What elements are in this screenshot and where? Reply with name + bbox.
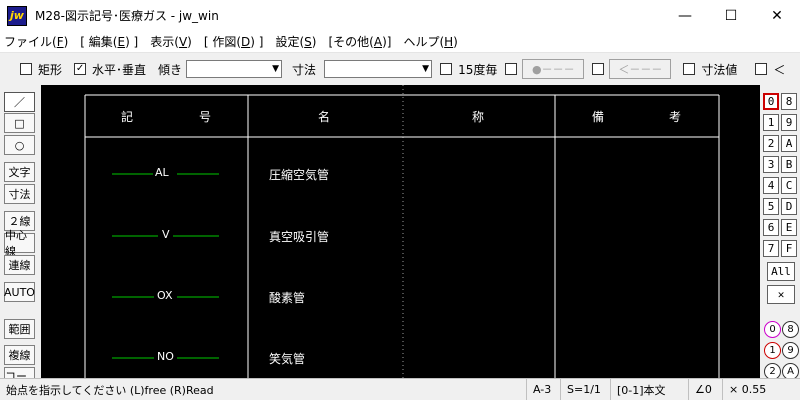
group-button-9[interactable]: 9: [782, 342, 799, 359]
left-tool-palette: ／ □ ○ 文字 寸法 ２線 中心線 連線 AUTO 範囲 複線 コーナ: [0, 89, 38, 379]
dimval-checkbox[interactable]: [683, 63, 696, 75]
row-name-al: 圧縮空気管: [269, 168, 330, 182]
menu-view[interactable]: 表示(V): [150, 33, 192, 50]
linestyle1-button[interactable]: ●－－－: [522, 59, 585, 79]
header-note-2: 考: [669, 110, 682, 124]
minimize-button[interactable]: —: [662, 0, 708, 31]
layer-button-0[interactable]: 0: [763, 93, 779, 110]
layer-button-f[interactable]: F: [781, 240, 797, 257]
angle-button[interactable]: ∠0: [688, 378, 722, 400]
text-tool-button[interactable]: 文字: [4, 162, 35, 182]
zoom-factor-button[interactable]: × 0.55: [722, 378, 800, 400]
title-bar: jw M28-図示記号･医療ガス - jw_win — ☐ ✕: [0, 0, 800, 31]
chevron-down-icon: ▼: [422, 64, 430, 74]
menu-draw[interactable]: [ 作図(D) ]: [204, 33, 264, 50]
layer-button-8[interactable]: 8: [781, 93, 797, 110]
lt-checkbox[interactable]: [755, 63, 768, 75]
control-bar: 矩形 ✓ 水平･垂直 傾き ▼ 寸法 ▼ 15度毎 ●－－－ ＜－－－ 寸法値 …: [0, 55, 800, 83]
range-tool-button[interactable]: 範囲: [4, 319, 35, 339]
scale-button[interactable]: S=1/1: [560, 378, 610, 400]
status-bar: 始点を指示してください (L)free (R)Read A-3 S=1/1 [0…: [0, 378, 800, 400]
row-name-v: 真空吸引管: [269, 230, 330, 244]
app-icon: jw: [7, 5, 27, 26]
header-note-1: 備: [592, 110, 605, 124]
header-symbol-2: 号: [199, 110, 212, 124]
paper-size-button[interactable]: A-3: [526, 378, 560, 400]
group-button-0[interactable]: 0: [764, 321, 781, 338]
tilt-label: 傾き: [158, 62, 183, 77]
layer-button-1[interactable]: 1: [763, 114, 779, 131]
hv-label: 水平･垂直: [92, 62, 147, 77]
row-code-no: NO: [157, 350, 174, 363]
menu-bar: ファイル(F) [ 編集(E) ] 表示(V) [ 作図(D) ] 設定(S) …: [0, 31, 800, 53]
close-button[interactable]: ✕: [754, 0, 800, 31]
tilt-select[interactable]: ▼: [186, 60, 283, 78]
layer-button-7[interactable]: 7: [763, 240, 779, 257]
rect-checkbox[interactable]: [20, 63, 32, 75]
header-name-2: 称: [472, 110, 485, 124]
layer-button-e[interactable]: E: [781, 219, 797, 236]
line-tool-button[interactable]: ／: [4, 92, 35, 112]
hv-checkbox[interactable]: ✓: [74, 63, 87, 75]
layer-button-5[interactable]: 5: [763, 198, 779, 215]
layer-palette: 0 8 1 9 2 A 3 B 4 C 5 D 6 E 7 F All ✕ 0 …: [760, 85, 800, 380]
row-code-ox: OX: [157, 289, 173, 302]
dim-tool-button[interactable]: 寸法: [4, 184, 35, 204]
group-button-8[interactable]: 8: [782, 321, 799, 338]
rect-label: 矩形: [38, 62, 63, 77]
header-name-1: 名: [318, 110, 331, 124]
layer-button-3[interactable]: 3: [763, 156, 779, 173]
menu-settings[interactable]: 設定(S): [275, 33, 316, 50]
menu-help[interactable]: ヘルプ(H): [403, 33, 457, 50]
chevron-down-icon: ▼: [272, 64, 280, 74]
status-message: 始点を指示してください (L)free (R)Read: [6, 383, 214, 397]
layer-button-9[interactable]: 9: [781, 114, 797, 131]
layer-button-6[interactable]: 6: [763, 219, 779, 236]
row-name-ox: 酸素管: [269, 291, 306, 305]
continuous-line-tool-button[interactable]: 連線: [4, 255, 35, 275]
linestyle1-checkbox[interactable]: [505, 63, 518, 75]
circle-tool-button[interactable]: ○: [4, 135, 35, 155]
linestyle2-button[interactable]: ＜－－－: [609, 59, 672, 79]
deg15-label: 15度毎: [458, 62, 498, 77]
center-line-tool-button[interactable]: 中心線: [4, 229, 35, 258]
rect-tool-button[interactable]: □: [4, 113, 35, 133]
dim-select[interactable]: ▼: [324, 60, 433, 78]
deg15-checkbox[interactable]: [440, 63, 453, 75]
dimval-label: 寸法値: [701, 62, 738, 77]
linestyle2-checkbox[interactable]: [592, 63, 605, 75]
layer-button-2[interactable]: 2: [763, 135, 779, 152]
layer-status-button[interactable]: [0-1]本文: [610, 378, 688, 400]
menu-other[interactable]: [その他(A)]: [328, 33, 391, 50]
menu-file[interactable]: ファイル(F): [4, 33, 68, 50]
layer-button-a[interactable]: A: [781, 135, 797, 152]
row-code-v: V: [162, 228, 170, 241]
layer-button-d[interactable]: D: [781, 198, 797, 215]
group-button-1[interactable]: 1: [764, 342, 781, 359]
row-name-no: 笑気管: [269, 352, 306, 366]
header-symbol-1: 記: [121, 110, 134, 124]
window-title: M28-図示記号･医療ガス - jw_win: [35, 9, 219, 23]
lt-label: ＜: [773, 62, 786, 77]
layer-button-c[interactable]: C: [781, 177, 797, 194]
layer-button-b[interactable]: B: [781, 156, 797, 173]
drawing-svg: [84, 85, 720, 378]
menu-edit[interactable]: [ 編集(E) ]: [80, 33, 138, 50]
dim-label: 寸法: [292, 62, 317, 77]
row-code-al: AL: [155, 166, 169, 179]
close-icon[interactable]: ✕: [767, 285, 795, 304]
auto-tool-button[interactable]: AUTO: [4, 282, 35, 302]
maximize-button[interactable]: ☐: [708, 0, 754, 31]
layer-button-4[interactable]: 4: [763, 177, 779, 194]
copy-line-tool-button[interactable]: 複線: [4, 345, 35, 365]
drawing-canvas[interactable]: 記 号 名 称 備 考 AL 圧縮空気管 V 真空吸引管 OX 酸素管 NO 笑…: [41, 85, 760, 378]
all-layers-button[interactable]: All: [767, 262, 795, 281]
